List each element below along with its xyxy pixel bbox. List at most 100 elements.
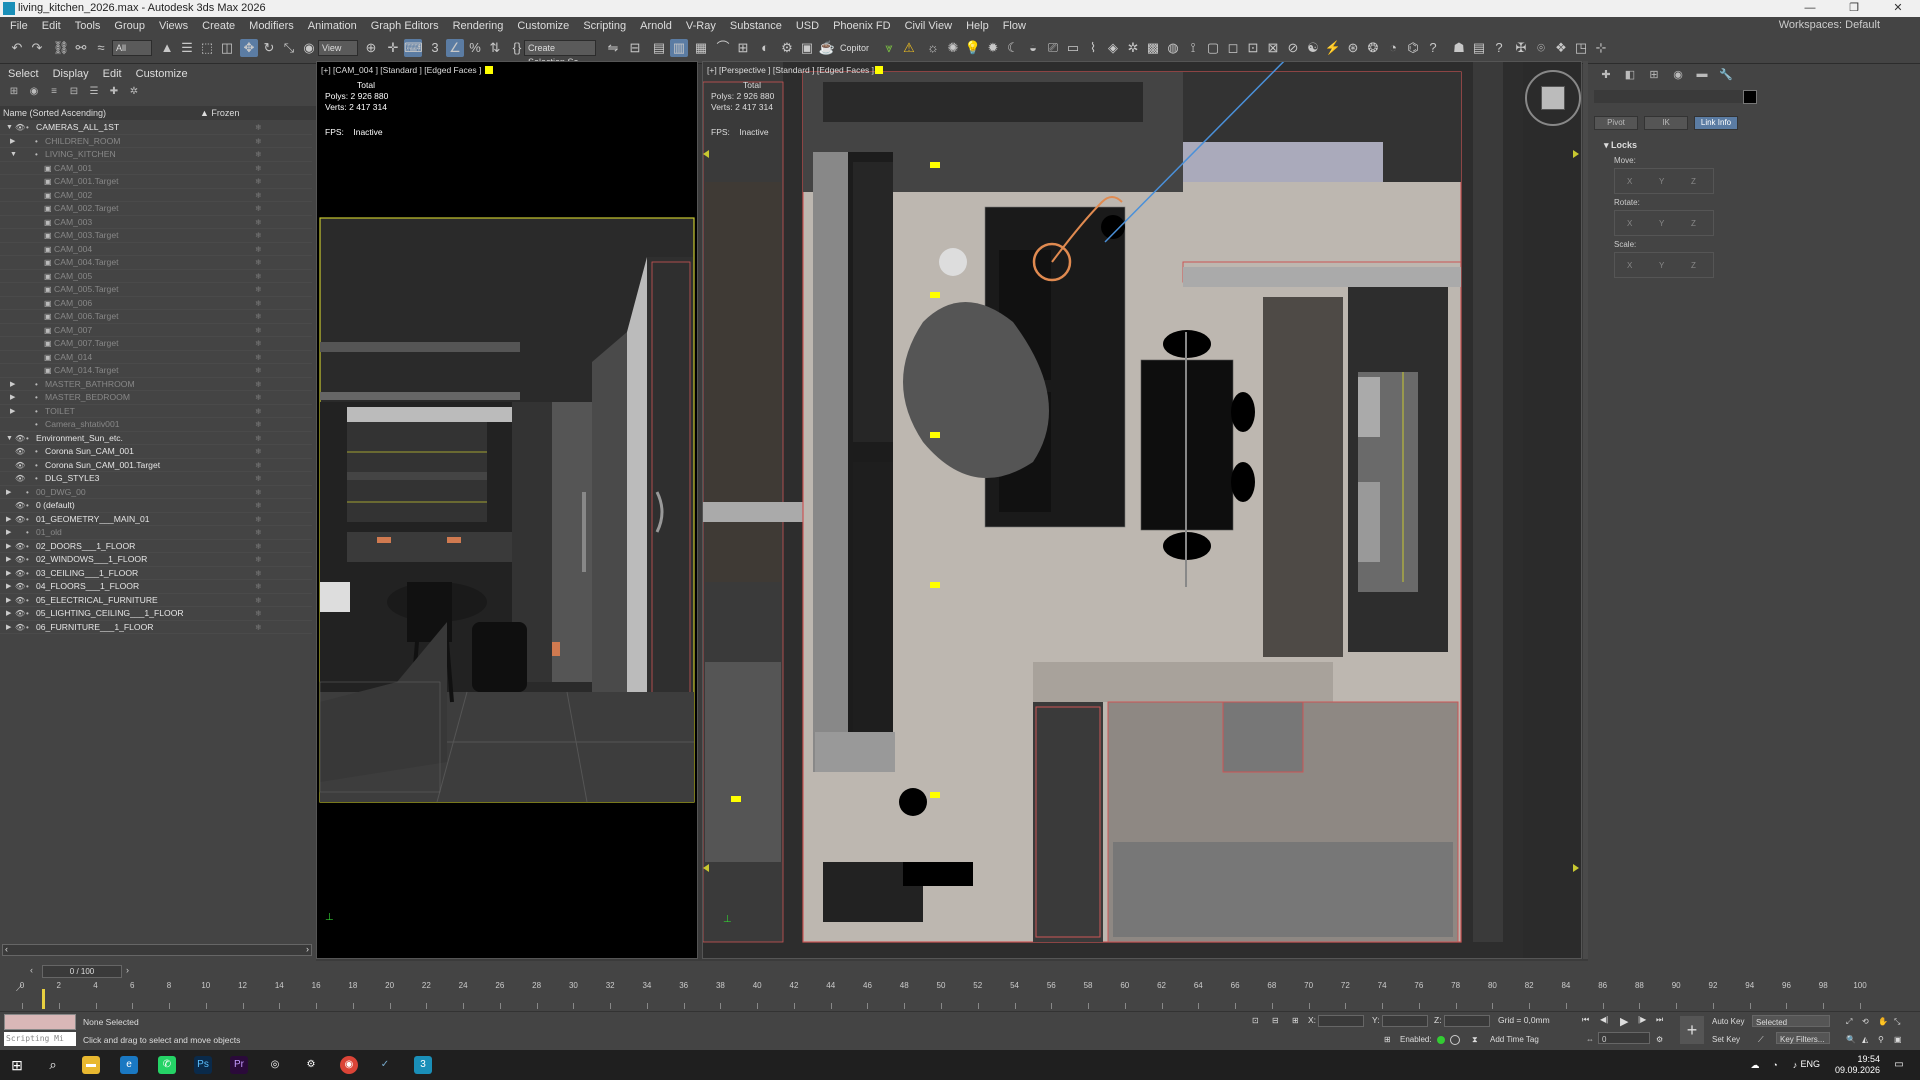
plugin-icon-17[interactable]: ⌾ xyxy=(1532,39,1550,57)
menu-item[interactable]: Tools xyxy=(71,20,111,32)
tree-row[interactable]: ▶ 👁 • 06_FURNITURE___1_FLOOR ❄ xyxy=(0,621,312,634)
tree-row[interactable]: ▶ • 00_DWG_00 ❄ xyxy=(0,486,312,500)
undo-icon[interactable]: ↶ xyxy=(8,39,26,57)
freeze-icon[interactable]: ❄ xyxy=(255,283,262,297)
maximize-button[interactable]: ❐ xyxy=(1832,0,1876,17)
menu-item[interactable]: Views xyxy=(155,20,198,32)
z-coordinate-field[interactable] xyxy=(1444,1015,1490,1027)
freeze-icon[interactable]: ❄ xyxy=(255,243,262,257)
unlink-icon[interactable]: ⚯ xyxy=(72,39,90,57)
isolate-selection-icon[interactable]: ⊡ xyxy=(1252,1016,1259,1025)
align-icon[interactable]: ⊟ xyxy=(626,39,644,57)
hierarchy-button-ik[interactable]: IK xyxy=(1644,116,1688,130)
viewcube-compass[interactable] xyxy=(1525,70,1581,126)
set-key-button[interactable]: Set Key xyxy=(1712,1035,1740,1044)
tree-row[interactable]: • Camera_shtativ001 ❄ xyxy=(0,418,312,432)
time-prev-icon[interactable]: ‹ xyxy=(30,965,33,975)
motion-tab-icon[interactable]: ◉ xyxy=(1670,68,1686,82)
add-time-tag[interactable]: Add Time Tag xyxy=(1490,1035,1539,1044)
expand-icon[interactable]: ▶ xyxy=(6,594,11,608)
layer-icon[interactable]: ≡ xyxy=(48,86,60,98)
create-tab-icon[interactable]: ✚ xyxy=(1598,68,1614,82)
help-icon[interactable]: ? xyxy=(1490,39,1508,57)
freeze-icon[interactable]: ❄ xyxy=(255,594,262,608)
plugin-icon-12[interactable]: ⌬ xyxy=(1404,39,1422,57)
freeze-icon[interactable]: ❄ xyxy=(255,432,262,446)
tree-row[interactable]: ▶ 👁 • 05_ELECTRICAL_FURNITURE ❄ xyxy=(0,594,312,608)
named-selection-dropdown[interactable]: Create Selection Se xyxy=(524,40,596,67)
hierarchy-button-link-info[interactable]: Link Info xyxy=(1694,116,1738,130)
sun-icon[interactable]: ✹ xyxy=(984,39,1002,57)
scale-lock-group[interactable]: XYZ xyxy=(1614,252,1714,278)
freeze-icon[interactable]: ❄ xyxy=(255,553,262,567)
key-filter-icon[interactable]: ⟋ xyxy=(1758,1035,1764,1045)
select-by-name-icon[interactable]: ☰ xyxy=(178,39,196,57)
x-coordinate-field[interactable] xyxy=(1318,1015,1364,1027)
render-icon[interactable]: ◍ xyxy=(1164,39,1182,57)
menu-item[interactable]: USD xyxy=(792,20,829,32)
visibility-eye-icon[interactable]: 👁 xyxy=(15,540,25,554)
keyboard-shortcut-override-icon[interactable]: ⌨ xyxy=(404,39,423,57)
tree-row[interactable]: ▣ CAM_004.Target ❄ xyxy=(0,256,312,270)
freeze-icon[interactable]: ❄ xyxy=(255,567,262,581)
tree-row[interactable]: ▣ CAM_004 ❄ xyxy=(0,243,312,257)
toggle-ribbon-icon[interactable]: ▦ xyxy=(692,39,710,57)
expand-icon[interactable]: ▶ xyxy=(6,486,11,500)
vray-chevron-icon[interactable]: ⩔ xyxy=(880,39,898,57)
freeze-icon[interactable]: ❄ xyxy=(255,162,262,176)
expand-icon[interactable]: ▶ xyxy=(10,405,15,419)
collapse-icon[interactable]: ▼ xyxy=(6,121,13,135)
adaptive-degradation-icon[interactable]: ⊞ xyxy=(1384,1035,1391,1044)
display-tab-icon[interactable]: ▬ xyxy=(1694,68,1710,82)
viewport-toggle-icon[interactable]: ▣ xyxy=(1894,1035,1902,1044)
freeze-icon[interactable]: ❄ xyxy=(255,270,262,284)
whatsapp-icon[interactable]: ✆ xyxy=(158,1056,176,1074)
expand-icon[interactable]: ▶ xyxy=(6,526,11,540)
key-filters-button[interactable]: Key Filters... xyxy=(1776,1032,1830,1044)
tree-row[interactable]: ▶ 👁 • 01_GEOMETRY___MAIN_01 ❄ xyxy=(0,513,312,526)
scene-tab[interactable]: Edit xyxy=(103,68,122,80)
scroll-right-icon[interactable]: › xyxy=(306,944,309,954)
freeze-icon[interactable]: ❄ xyxy=(255,418,262,432)
tree-row[interactable]: ▣ CAM_006.Target ❄ xyxy=(0,310,312,324)
column-header[interactable]: Name (Sorted Ascending) ▲ Frozen xyxy=(0,106,316,120)
tree-row[interactable]: ▣ CAM_006 ❄ xyxy=(0,297,312,310)
pivot-center-icon[interactable]: ⊕ xyxy=(362,39,380,57)
locks-title[interactable]: ▾ Locks xyxy=(1594,140,1746,151)
scene-explorer-icon[interactable]: ▤ xyxy=(650,39,668,57)
select-and-move-icon[interactable]: ✥ xyxy=(240,39,258,57)
viewport-camera[interactable]: [+] [CAM_004 ] [Standard ] [Edged Faces … xyxy=(316,61,698,959)
tree-row[interactable]: ▣ CAM_014.Target ❄ xyxy=(0,364,312,378)
tree-row[interactable]: ▣ CAM_001 ❄ xyxy=(0,162,312,176)
freeze-icon[interactable]: ❄ xyxy=(255,405,262,419)
freeze-icon[interactable]: ❄ xyxy=(255,378,262,392)
premiere-icon[interactable]: Pr xyxy=(230,1056,248,1074)
tree-row[interactable]: ▣ CAM_003 ❄ xyxy=(0,216,312,229)
tree-row[interactable]: ▶ 👁 • 02_WINDOWS___1_FLOOR ❄ xyxy=(0,553,312,567)
hierarchy-button-pivot[interactable]: Pivot xyxy=(1594,116,1638,130)
zoom-extents-icon[interactable]: ⤢ xyxy=(1846,1017,1852,1027)
schematic-view-icon[interactable]: ⊞ xyxy=(734,39,752,57)
tree-row[interactable]: ▶ • 01_old ❄ xyxy=(0,526,312,540)
tree-row[interactable]: ▣ CAM_014 ❄ xyxy=(0,351,312,364)
copitor-label[interactable]: Copitor xyxy=(840,43,869,53)
tree-row[interactable]: ▣ CAM_005.Target ❄ xyxy=(0,283,312,297)
absolute-relative-icon[interactable]: ⊞ xyxy=(1292,1016,1299,1025)
filter-icon[interactable]: ⊞ xyxy=(8,86,20,98)
freeze-icon[interactable]: ❄ xyxy=(255,256,262,270)
visibility-eye-icon[interactable]: 👁 xyxy=(15,553,25,567)
select-manipulate-icon[interactable]: ✛ xyxy=(384,39,402,57)
menu-item[interactable]: Animation xyxy=(304,20,367,32)
plugin-icon-19[interactable]: ◳ xyxy=(1572,39,1590,57)
menu-item[interactable]: Substance xyxy=(726,20,792,32)
menu-item[interactable]: V-Ray xyxy=(682,20,726,32)
visibility-eye-icon[interactable]: 👁 xyxy=(15,432,25,446)
tree-row[interactable]: ▶ • TOILET ❄ xyxy=(0,405,312,419)
scene-tab[interactable]: Customize xyxy=(136,68,188,80)
maxscript-mini-listener[interactable]: Scripting Mi xyxy=(4,1032,76,1046)
plugin-icon-20[interactable]: ⊹ xyxy=(1592,39,1610,57)
menu-item[interactable]: Help xyxy=(962,20,999,32)
dome-light-icon[interactable]: ◒ xyxy=(1024,39,1042,57)
rotate-lock-group[interactable]: XYZ xyxy=(1614,210,1714,236)
freeze-icon[interactable]: ❄ xyxy=(255,364,262,378)
